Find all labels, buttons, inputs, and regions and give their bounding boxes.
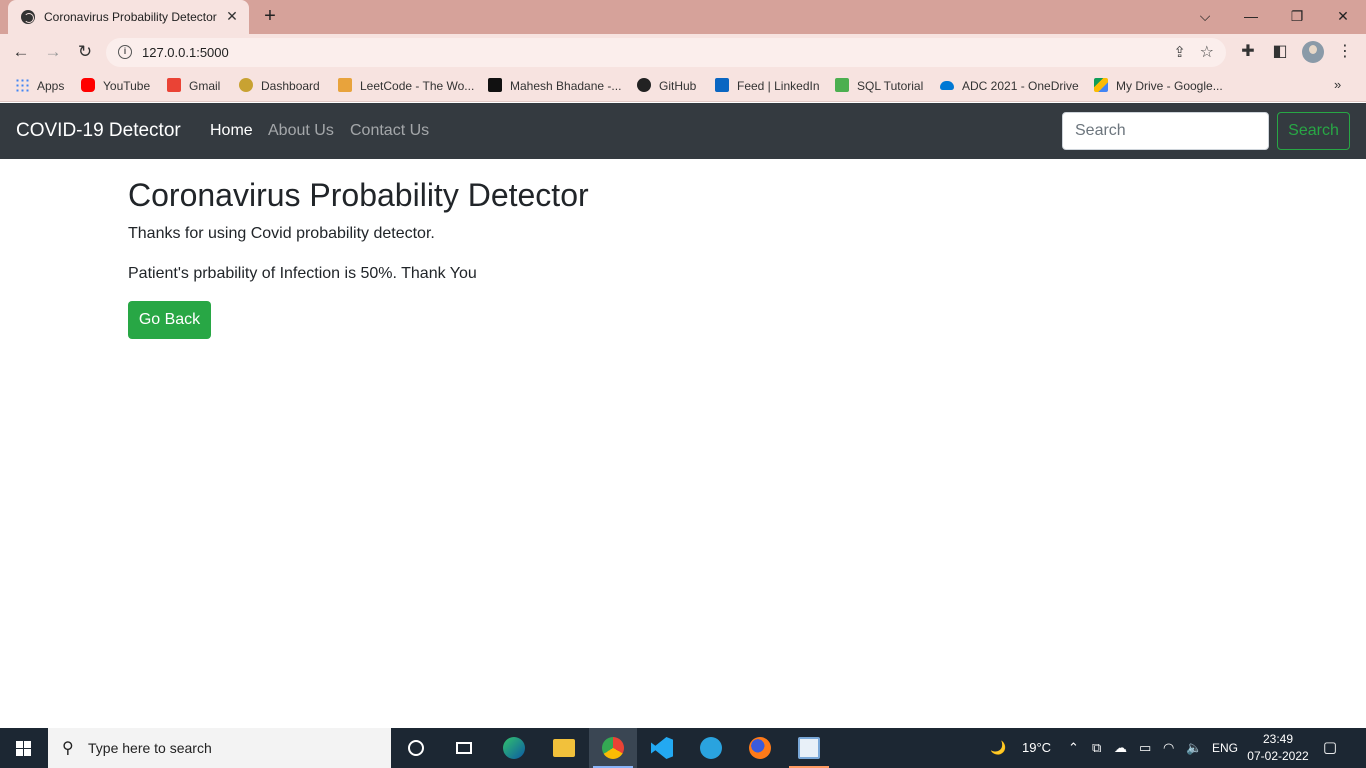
forward-arrow-icon[interactable]: → xyxy=(42,41,64,63)
nav-link-contact-us[interactable]: Contact Us xyxy=(350,122,429,140)
task-view-icon[interactable] xyxy=(440,728,488,768)
bookmark-mahesh[interactable]: Mahesh Bhadane -... xyxy=(488,77,621,95)
bookmark-star-icon[interactable]: ☆ xyxy=(1200,42,1214,62)
firefox-icon[interactable] xyxy=(736,728,784,768)
browser-toolbar: ← → ↻ i 127.0.0.1:5000 ⇪ ☆ ✚ ◧ ⋮ xyxy=(0,34,1366,70)
hackerrank-icon xyxy=(488,78,502,92)
bookmark-github[interactable]: GitHub xyxy=(637,77,696,95)
browser-tab[interactable]: Coronavirus Probability Detector ✕ xyxy=(8,0,249,34)
bookmark-youtube[interactable]: YouTube xyxy=(81,77,150,95)
bookmark-google-drive[interactable]: My Drive - Google... xyxy=(1094,77,1223,95)
gmail-icon xyxy=(167,78,181,92)
tab-search-icon[interactable]: ⌵ xyxy=(1190,6,1220,26)
volume-icon[interactable]: 🔈 xyxy=(1186,728,1202,768)
menu-kebab-icon[interactable]: ⋮ xyxy=(1334,41,1356,63)
browser-tab-strip: Coronavirus Probability Detector ✕ + ⌵ —… xyxy=(0,0,1366,34)
globe-icon xyxy=(21,10,35,24)
w3schools-icon xyxy=(835,78,849,92)
windows-logo-icon xyxy=(16,741,32,756)
system-clock[interactable]: 23:49 07-02-2022 xyxy=(1246,731,1310,765)
site-navbar: COVID-19 Detector Home About Us Contact … xyxy=(0,103,1366,159)
github-icon xyxy=(637,78,651,92)
site-brand[interactable]: COVID-19 Detector xyxy=(16,120,181,142)
back-arrow-icon[interactable]: ← xyxy=(10,41,32,63)
bookmarks-bar: Apps YouTube Gmail Dashboard LeetCode - … xyxy=(0,70,1366,102)
weather-moon-icon[interactable]: 🌙 xyxy=(990,728,1006,768)
close-window-button[interactable]: ✕ xyxy=(1328,6,1358,26)
result-message: Patient's prbability of Infection is 50%… xyxy=(128,265,477,282)
chrome-icon[interactable] xyxy=(589,728,637,768)
onedrive-icon xyxy=(940,81,954,90)
side-panel-icon[interactable]: ◧ xyxy=(1269,41,1291,63)
start-button[interactable] xyxy=(0,728,48,768)
bookmark-linkedin[interactable]: Feed | LinkedIn xyxy=(715,77,820,95)
bookmarks-overflow-icon[interactable]: » xyxy=(1334,77,1341,92)
new-tab-button[interactable]: + xyxy=(259,6,281,28)
bookmark-onedrive[interactable]: ADC 2021 - OneDrive xyxy=(940,77,1079,95)
notification-icon[interactable]: ▢ xyxy=(1320,738,1340,758)
linkedin-icon xyxy=(715,78,729,92)
search-icon: ⚲ xyxy=(62,740,74,757)
minimize-button[interactable]: — xyxy=(1236,6,1266,26)
taskbar-search-placeholder: Type here to search xyxy=(88,740,212,756)
reload-icon[interactable]: ↻ xyxy=(74,41,96,63)
cortana-icon[interactable] xyxy=(392,728,440,768)
address-bar[interactable]: i 127.0.0.1:5000 ⇪ ☆ xyxy=(106,38,1226,67)
weather-temperature[interactable]: 19°C xyxy=(1022,728,1051,768)
clock-date: 07-02-2022 xyxy=(1247,749,1309,763)
google-drive-icon xyxy=(1094,78,1108,92)
edge-icon[interactable] xyxy=(490,728,538,768)
clock-time: 23:49 xyxy=(1262,732,1294,746)
language-indicator[interactable]: ENG xyxy=(1212,728,1238,768)
nav-link-about-us[interactable]: About Us xyxy=(268,122,334,140)
url-text: 127.0.0.1:5000 xyxy=(142,45,229,60)
nav-link-home[interactable]: Home xyxy=(210,122,253,140)
youtube-icon xyxy=(81,78,95,92)
search-input[interactable] xyxy=(1062,112,1269,150)
telegram-icon[interactable] xyxy=(687,728,735,768)
onedrive-tray-icon[interactable]: ☁ xyxy=(1114,728,1127,768)
page-title: Coronavirus Probability Detector xyxy=(128,177,589,213)
site-info-icon[interactable]: i xyxy=(118,45,132,59)
tab-close-icon[interactable]: ✕ xyxy=(224,8,240,24)
search-button[interactable]: Search xyxy=(1277,112,1350,150)
restore-button[interactable]: ❐ xyxy=(1282,6,1312,26)
meet-now-icon[interactable]: ⧉ xyxy=(1092,728,1101,768)
vscode-icon[interactable] xyxy=(638,728,686,768)
go-back-button[interactable]: Go Back xyxy=(128,301,211,339)
bookmark-leetcode[interactable]: LeetCode - The Wo... xyxy=(338,77,474,95)
share-icon[interactable]: ⇪ xyxy=(1173,43,1186,61)
bookmark-gmail[interactable]: Gmail xyxy=(167,77,220,95)
wifi-icon[interactable]: ◠ xyxy=(1163,728,1174,768)
thanks-message: Thanks for using Covid probability detec… xyxy=(128,225,435,242)
bookmark-sql-tutorial[interactable]: SQL Tutorial xyxy=(835,77,923,95)
dashboard-icon xyxy=(239,78,253,92)
file-explorer-icon[interactable] xyxy=(540,728,588,768)
apps-grid-icon xyxy=(15,78,29,92)
profile-avatar[interactable] xyxy=(1302,41,1324,63)
leetcode-icon xyxy=(338,78,352,92)
tray-overflow-icon[interactable]: ⌃ xyxy=(1068,728,1079,768)
extensions-puzzle-icon[interactable]: ✚ xyxy=(1237,41,1259,63)
notepad-icon[interactable] xyxy=(785,728,833,768)
bookmark-apps[interactable]: Apps xyxy=(15,77,64,95)
battery-icon[interactable]: ▭ xyxy=(1139,728,1151,768)
tab-title: Coronavirus Probability Detector xyxy=(44,10,217,24)
bookmark-dashboard[interactable]: Dashboard xyxy=(239,77,320,95)
windows-taskbar: ⚲ Type here to search 🌙 19°C ⌃ ⧉ ☁ ▭ ◠ 🔈… xyxy=(0,728,1366,768)
taskbar-search-box[interactable]: ⚲ Type here to search xyxy=(48,728,391,768)
